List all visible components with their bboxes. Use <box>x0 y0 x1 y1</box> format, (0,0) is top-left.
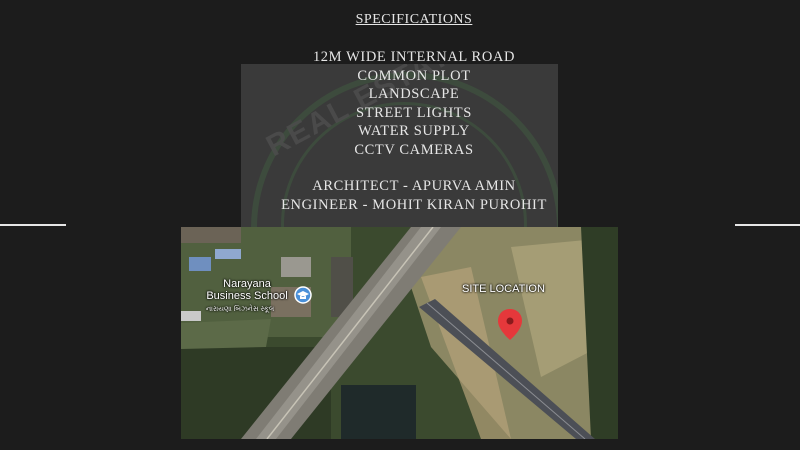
engineer-credit: ENGINEER - MOHIT KIRAN PUROHIT <box>281 197 547 213</box>
spec-item: LANDSCAPE <box>368 86 460 103</box>
right-divider-line <box>735 224 800 226</box>
spec-item: WATER SUPPLY <box>358 123 470 140</box>
place-label: Narayana Business School <box>206 278 288 302</box>
spec-item: COMMON PLOT <box>357 67 471 84</box>
credits-list: ARCHITECT - APURVA AMIN ENGINEER - MOHIT… <box>0 177 800 215</box>
spec-item: CCTV CAMERAS <box>354 141 474 158</box>
architect-credit: ARCHITECT - APURVA AMIN <box>312 178 516 194</box>
satellite-imagery <box>181 227 618 439</box>
left-divider-line <box>0 224 66 226</box>
satellite-map: Narayana Business School નારાયણા બિઝનેસ … <box>181 227 618 439</box>
site-location-label: SITE LOCATION <box>462 283 545 295</box>
specifications-heading: SPECIFICATIONS <box>355 12 473 27</box>
specifications-list: 12M WIDE INTERNAL ROAD COMMON PLOT LANDS… <box>0 48 800 160</box>
place-label-local: નારાયણા બિઝનેસ સ્કૂલ <box>206 306 275 313</box>
spec-item: STREET LIGHTS <box>356 104 472 121</box>
spec-item: 12M WIDE INTERNAL ROAD <box>312 49 516 65</box>
